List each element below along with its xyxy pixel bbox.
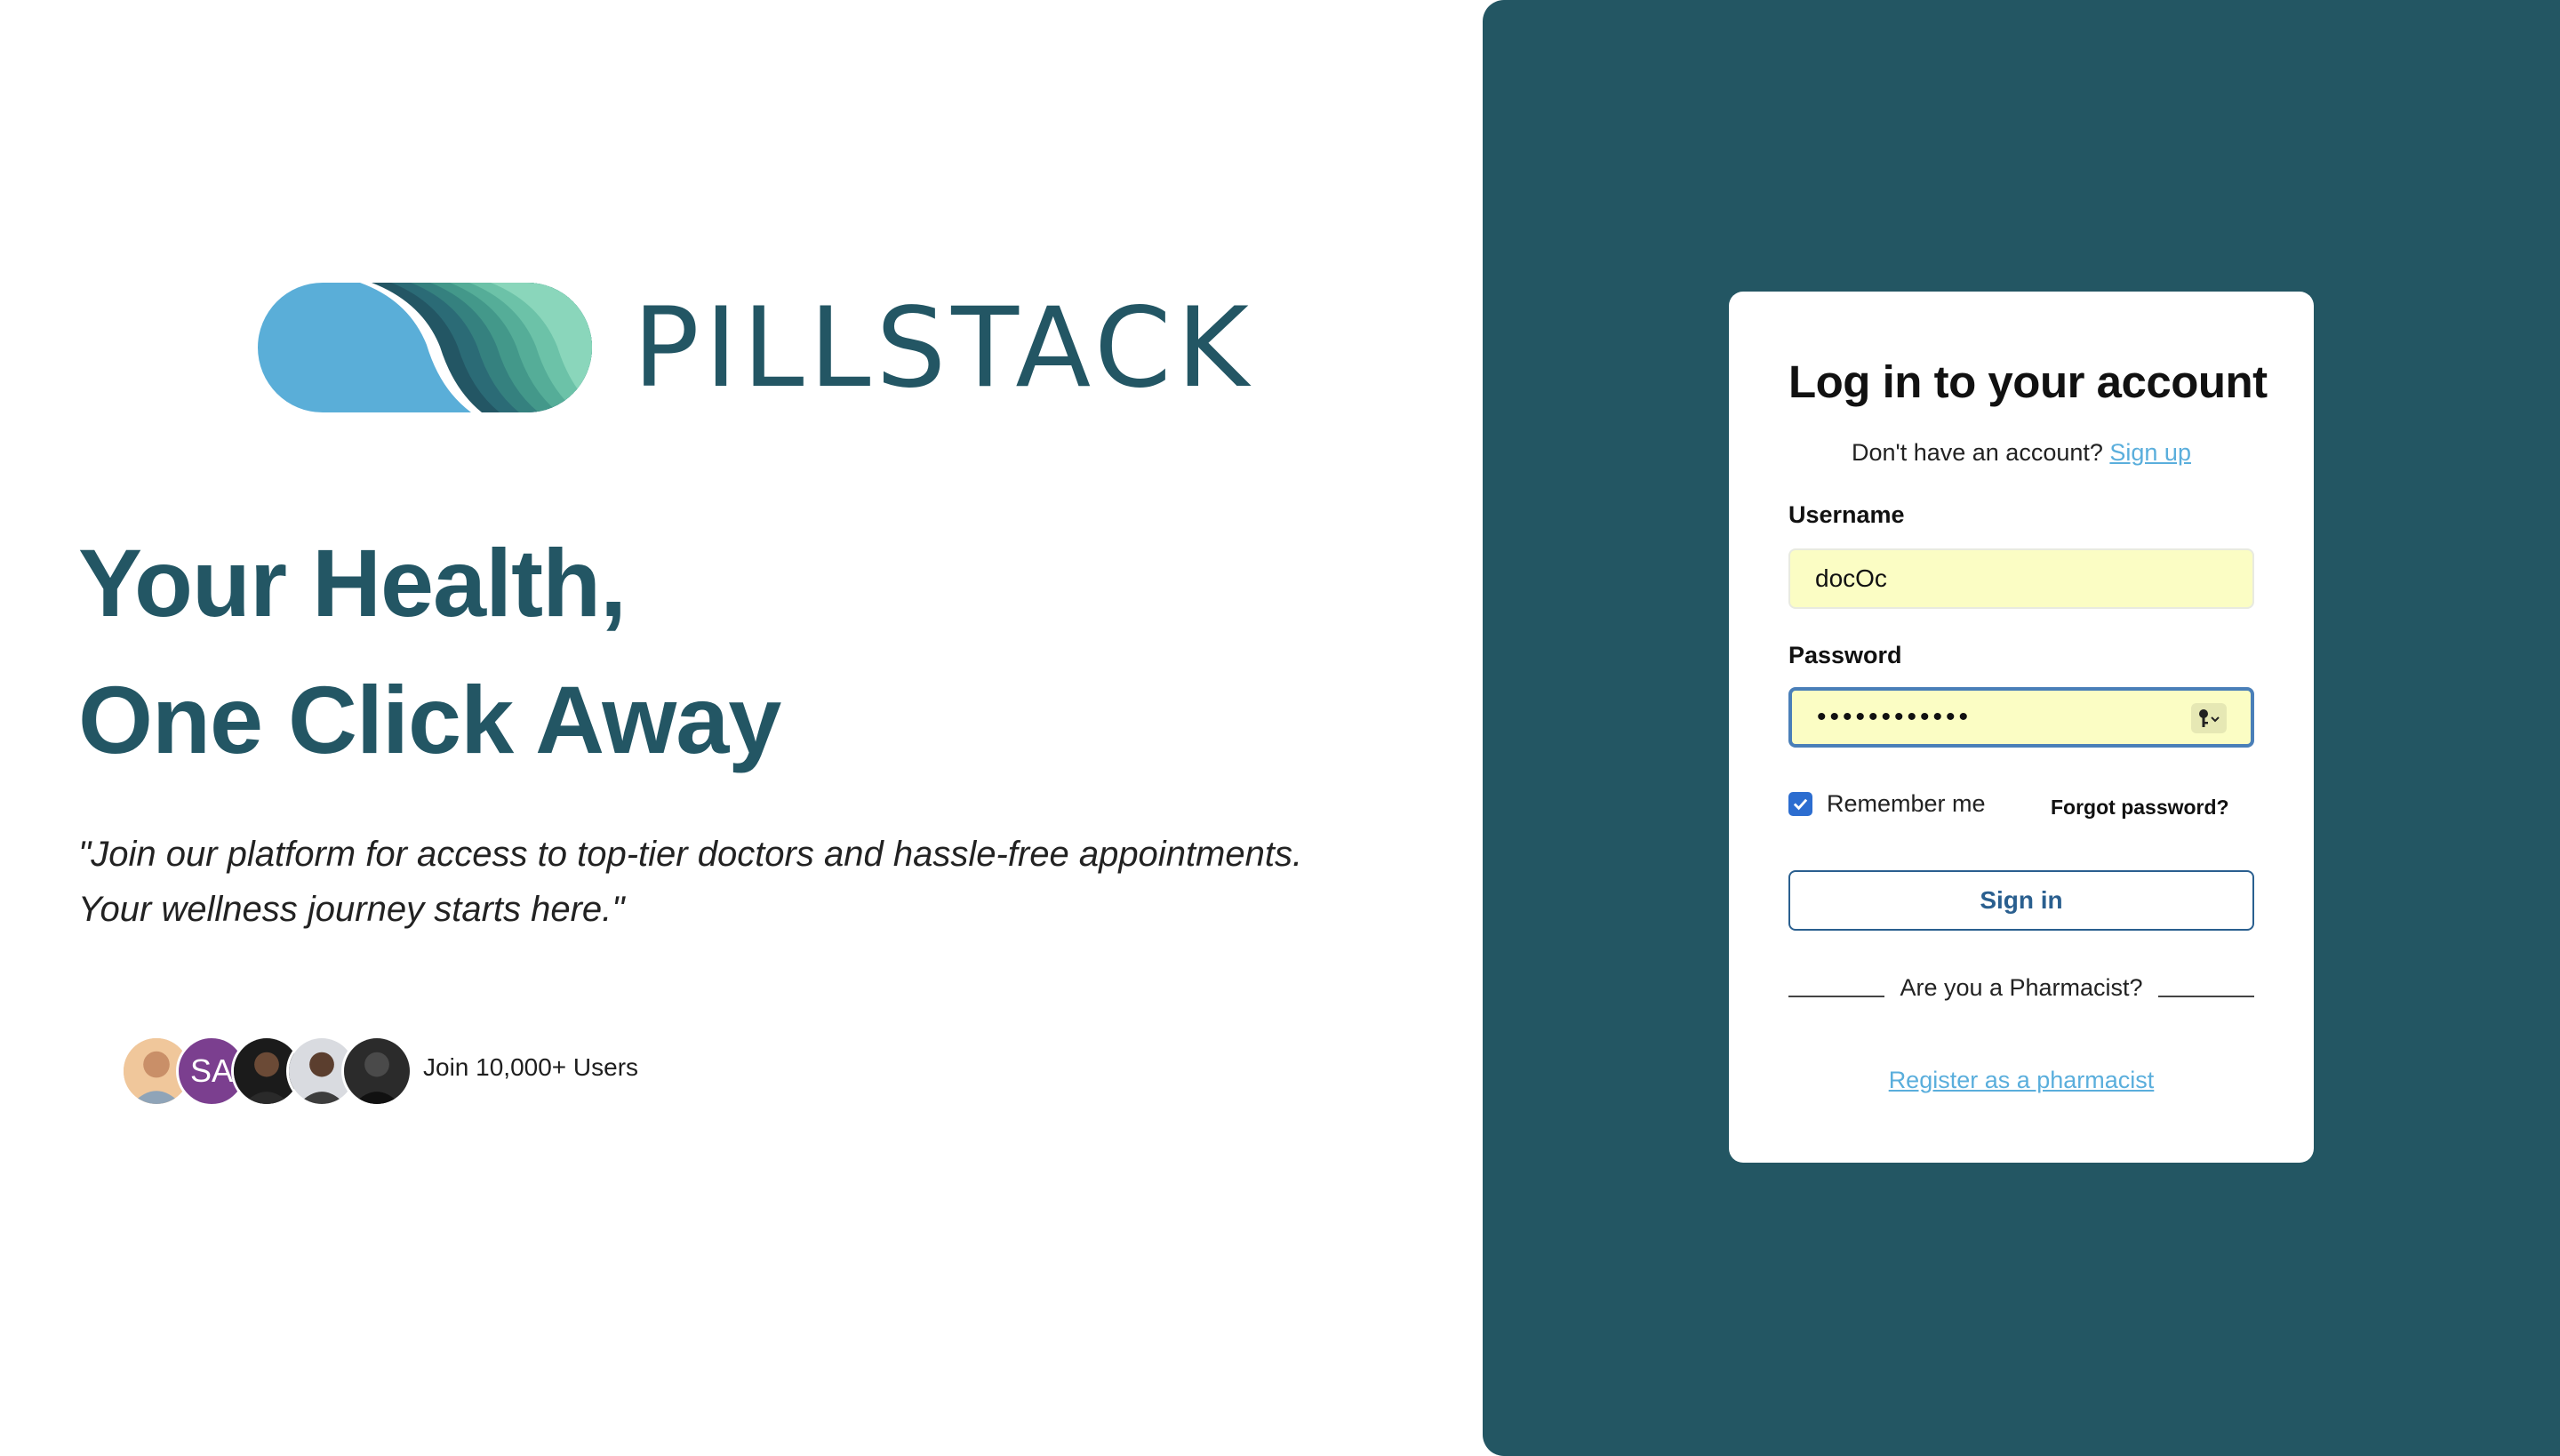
remember-me[interactable]: Remember me bbox=[1788, 789, 1986, 818]
forgot-password-link[interactable]: Forgot password? bbox=[2051, 796, 2229, 820]
brand-logo: PILLSTACK bbox=[258, 283, 1249, 412]
username-input[interactable] bbox=[1788, 548, 2254, 609]
brand-name: PILLSTACK bbox=[633, 284, 1254, 412]
sign-in-button[interactable]: Sign in bbox=[1788, 870, 2254, 931]
tagline-line1: "Join our platform for access to top-tie… bbox=[78, 835, 1303, 874]
remember-me-label: Remember me bbox=[1827, 789, 1986, 817]
join-users-text: Join 10,000+ Users bbox=[423, 1053, 639, 1081]
register-pharmacist-row: Register as a pharmacist bbox=[1729, 1067, 2314, 1094]
tagline-line2: Your wellness journey starts here." bbox=[78, 890, 625, 929]
signup-link[interactable]: Sign up bbox=[2109, 439, 2191, 466]
password-input[interactable] bbox=[1788, 687, 2254, 748]
signup-prompt: Don't have an account? Sign up bbox=[1729, 439, 2314, 467]
hero-headline-line1: Your Health, bbox=[78, 529, 627, 636]
username-label: Username bbox=[1788, 501, 1905, 528]
pill-wave-logo-icon bbox=[258, 283, 592, 412]
register-pharmacist-link[interactable]: Register as a pharmacist bbox=[1889, 1067, 2155, 1093]
hero-headline-line2: One Click Away bbox=[78, 666, 781, 773]
password-label: Password bbox=[1788, 642, 1902, 668]
hero-section: PILLSTACK Your Health, One Click Away "J… bbox=[0, 0, 1483, 1456]
user-avatar-stack: SA Join 10,000+ Users bbox=[121, 1036, 743, 1107]
check-icon bbox=[1793, 798, 1808, 810]
pharmacist-question: Are you a Pharmacist? bbox=[1900, 974, 2143, 1001]
password-manager-key-icon[interactable] bbox=[2191, 703, 2227, 733]
no-account-text: Don't have an account? bbox=[1852, 439, 2110, 466]
person-photo-icon bbox=[344, 1038, 410, 1104]
pharmacist-divider: Are you a Pharmacist? bbox=[1788, 971, 2254, 1006]
divider-line bbox=[2158, 996, 2254, 997]
remember-me-checkbox[interactable] bbox=[1788, 791, 1812, 816]
login-card: Log in to your account Don't have an acc… bbox=[1729, 292, 2314, 1163]
avatar bbox=[341, 1036, 412, 1107]
login-title: Log in to your account bbox=[1788, 356, 2268, 407]
hero-tagline: "Join our platform for access to top-tie… bbox=[78, 827, 1394, 937]
